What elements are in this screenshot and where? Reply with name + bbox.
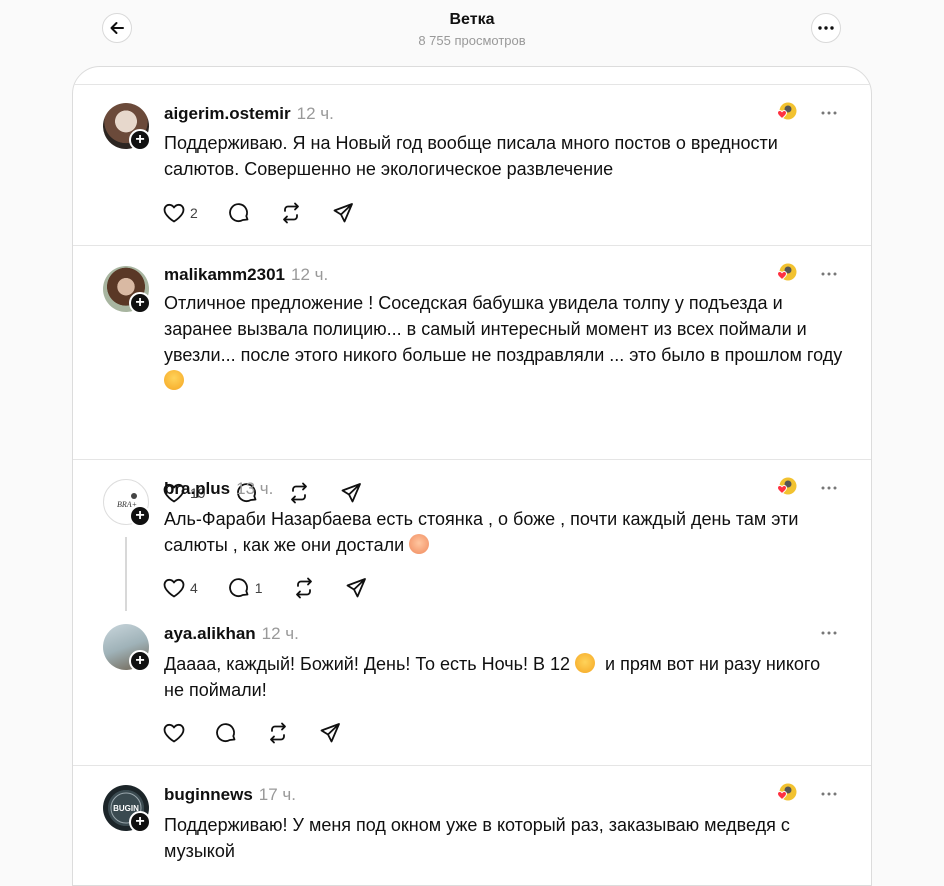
repost-button[interactable] (267, 722, 289, 744)
heart-icon (163, 578, 185, 598)
repost-icon (295, 577, 312, 599)
send-icon (341, 483, 361, 503)
repost-button[interactable] (280, 202, 302, 224)
post-actions (163, 721, 371, 745)
like-button[interactable]: 4 (163, 578, 198, 598)
flushed-emoji-icon (409, 534, 430, 554)
more-horizontal-icon (821, 111, 837, 115)
divider (73, 459, 871, 460)
like-count: 2 (190, 205, 198, 221)
follow-plus-button[interactable]: + (129, 505, 151, 527)
post-time: 12 ч. (261, 624, 299, 643)
views-count: 8 755 просмотров (418, 33, 526, 48)
reply-button[interactable] (228, 202, 250, 224)
reply-post: + aigerim.ostemir 12 ч. Поддерживаю. Я на… (73, 85, 871, 245)
username-link[interactable]: aya.alikhan 12 ч. (164, 624, 299, 644)
follow-plus-button[interactable]: + (129, 129, 151, 151)
username-link[interactable]: bra.plus 13 ч. (164, 479, 273, 499)
reply-button[interactable]: 1 (228, 577, 263, 599)
post-text: Поддерживаю. Я на Новый год вообще писал… (164, 133, 778, 179)
username[interactable]: buginnews (164, 785, 253, 804)
post-text: Отличное предложение ! Соседская бабушка… (164, 290, 844, 394)
share-button[interactable] (332, 202, 354, 224)
send-icon (320, 723, 340, 743)
more-horizontal-icon (818, 26, 834, 30)
heart-badge-icon (776, 783, 797, 801)
liked-by-author-badge (770, 782, 798, 806)
more-horizontal-icon (821, 486, 837, 490)
more-horizontal-icon (821, 792, 837, 796)
username-link[interactable]: aigerim.ostemir 12 ч. (164, 104, 334, 124)
post-time: 12 ч. (290, 265, 329, 284)
reply-button[interactable] (215, 722, 237, 744)
comment-icon (216, 723, 236, 743)
repost-icon (270, 722, 286, 744)
send-icon (346, 578, 366, 598)
post-time: 17 ч. (258, 785, 296, 804)
post-more-button[interactable] (817, 264, 841, 284)
post-more-button[interactable] (817, 103, 841, 123)
post-text: Поддерживаю! У меня под окном уже в кото… (164, 815, 790, 861)
heart-icon (163, 203, 185, 223)
liked-by-author-badge (770, 262, 798, 286)
post-more-button[interactable] (817, 784, 841, 804)
page-title: Ветка (449, 11, 495, 28)
liked-by-author-badge (770, 476, 798, 500)
post-more-button[interactable] (817, 623, 841, 643)
top-bar: Ветка 8 755 просмотров (0, 0, 944, 66)
post-actions: 4 1 (163, 576, 397, 600)
repost-icon (282, 202, 299, 224)
like-button[interactable]: 2 (163, 203, 198, 223)
heart-icon (163, 723, 185, 743)
follow-plus-button[interactable]: + (129, 811, 151, 833)
post-actions: 2 (163, 201, 384, 225)
liked-by-author-badge (770, 101, 798, 125)
post-more-button[interactable] (817, 478, 841, 498)
like-count: 4 (190, 580, 198, 596)
send-icon (333, 203, 353, 223)
username[interactable]: malikamm2301 (164, 265, 285, 284)
reply-post: + malikamm2301 12 ч. Отличное предложение… (73, 246, 871, 460)
more-horizontal-icon (821, 272, 837, 276)
post-time: 12 ч. (296, 104, 334, 123)
post-text-content: Даааа, каждый! Божий! День! То есть Ночь… (164, 654, 570, 674)
username[interactable]: aya.alikhan (164, 624, 256, 643)
smiling-emoji-icon (164, 370, 184, 390)
thread-more-button[interactable] (811, 13, 841, 43)
post-text: Даааа, каждый! Божий! День! То есть Ночь… (164, 651, 844, 703)
heart-badge-icon (776, 102, 797, 120)
post-time: 13 ч. (236, 479, 274, 498)
heart-badge-icon (776, 477, 797, 495)
follow-plus-button[interactable]: + (129, 292, 151, 314)
post-text: Аль-Фараби Назарбаева есть стоянка , о б… (164, 506, 844, 558)
more-horizontal-icon (821, 631, 837, 635)
username[interactable]: aigerim.ostemir (164, 104, 291, 123)
surprised-emoji-icon (575, 653, 595, 673)
username[interactable]: bra.plus (164, 479, 230, 498)
post-text-content: Аль-Фараби Назарбаева есть стоянка , о б… (164, 509, 799, 555)
comment-icon (228, 203, 249, 223)
username-link[interactable]: buginnews 17 ч. (164, 785, 296, 805)
repost-button[interactable] (288, 482, 310, 504)
username-link[interactable]: malikamm2301 12 ч. (164, 265, 328, 285)
follow-plus-button[interactable]: + (129, 650, 151, 672)
share-button[interactable] (340, 482, 362, 504)
post-text-content: Отличное предложение ! Соседская бабушка… (164, 293, 843, 365)
heart-badge-icon (776, 263, 797, 281)
comment-icon (228, 578, 249, 598)
repost-icon (290, 482, 307, 504)
thread-card: + aigerim.ostemir 12 ч. Поддерживаю. Я на… (72, 66, 872, 886)
like-button[interactable] (163, 723, 185, 743)
divider (73, 765, 871, 766)
reply-count: 1 (254, 580, 263, 596)
share-button[interactable] (319, 722, 341, 744)
repost-button[interactable] (293, 577, 315, 599)
thread-connector-line (125, 537, 127, 611)
thread-header: Ветка 8 755 просмотров (0, 10, 944, 50)
share-button[interactable] (345, 577, 367, 599)
